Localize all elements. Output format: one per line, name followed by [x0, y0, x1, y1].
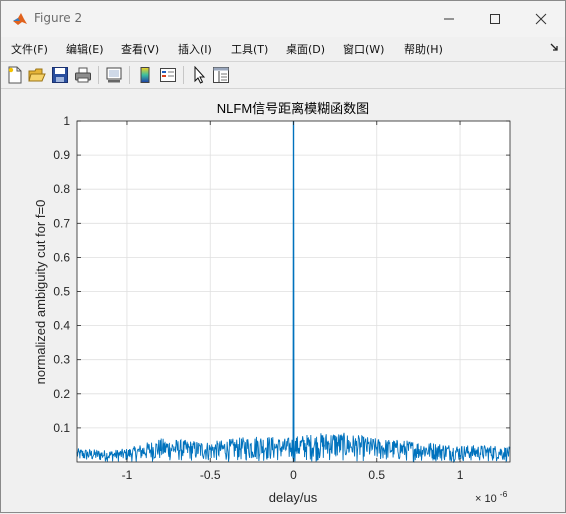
menu-window[interactable]: 窗口(W) — [343, 41, 384, 57]
title-bar: Figure 2 — [1, 1, 565, 37]
x-tick-label: -0.5 — [200, 468, 221, 482]
minimize-button[interactable] — [426, 1, 472, 37]
window-title: Figure 2 — [34, 11, 83, 25]
close-button[interactable] — [518, 1, 564, 37]
ambiguity-chart[interactable]: NLFM信号距离模糊函数图 -1 -0.5 0 0.5 1 0.1 0.2 0.3 0.4 0.5… — [3, 89, 563, 510]
menu-tools[interactable]: 工具(T) — [231, 41, 268, 57]
x-exponent-base: × 10 — [475, 493, 497, 505]
new-figure-icon[interactable] — [6, 66, 24, 84]
toolbar-separator — [129, 66, 130, 84]
y-tick-label: 0.3 — [53, 353, 70, 367]
close-icon — [535, 13, 547, 25]
chart-title: NLFM信号距离模糊函数图 — [217, 101, 369, 116]
menu-help[interactable]: 帮助(H) — [404, 41, 443, 57]
maximize-icon — [490, 14, 500, 24]
save-icon[interactable] — [51, 66, 69, 84]
insert-colorbar-icon[interactable] — [136, 66, 154, 84]
minimize-icon — [444, 18, 454, 20]
toolbar-separator — [183, 66, 184, 84]
menu-insert[interactable]: 插入(I) — [178, 41, 212, 57]
x-tick-label: 0.5 — [368, 468, 385, 482]
y-tick-label: 0.2 — [53, 387, 70, 401]
open-file-icon[interactable] — [28, 66, 46, 84]
y-tick-label: 1 — [63, 114, 70, 128]
x-tick-label: 1 — [457, 468, 464, 482]
x-tick-label: 0 — [290, 468, 297, 482]
y-tick-label: 0.6 — [53, 250, 70, 264]
menu-bar: 文件(F) 编辑(E) 查看(V) 插入(I) 工具(T) 桌面(D) 窗口(W… — [1, 37, 565, 59]
edit-plot-arrow-icon[interactable] — [190, 66, 208, 84]
maximize-button[interactable] — [472, 1, 518, 37]
x-axis-label: delay/us — [269, 490, 318, 505]
menu-view[interactable]: 查看(V) — [121, 41, 159, 57]
x-axis-exponent: × 10 -6 — [475, 489, 508, 505]
figure-toolbar — [1, 61, 565, 89]
y-tick-label: 0.7 — [53, 216, 70, 230]
menu-file[interactable]: 文件(F) — [11, 41, 48, 57]
x-exponent-power: -6 — [500, 489, 508, 499]
link-plot-icon[interactable] — [105, 66, 123, 84]
y-tick-label: 0.4 — [53, 319, 70, 333]
insert-legend-icon[interactable] — [159, 66, 177, 84]
y-tick-label: 0.8 — [53, 182, 70, 196]
print-icon[interactable] — [74, 66, 92, 84]
x-tick-label: -1 — [122, 468, 133, 482]
toolbar-separator — [98, 66, 99, 84]
y-tick-label: 0.9 — [53, 148, 70, 162]
menu-edit[interactable]: 编辑(E) — [66, 41, 104, 57]
y-tick-label: 0.5 — [53, 285, 70, 299]
figure-canvas: NLFM信号距离模糊函数图 -1 -0.5 0 0.5 1 0.1 0.2 0.3 0.4 0.5… — [3, 89, 563, 510]
toolbar-overflow-arrow-icon[interactable] — [550, 43, 559, 52]
matlab-logo-icon — [13, 13, 27, 25]
y-axis-label: normalized ambiguity cut for f=0 — [33, 200, 48, 385]
y-tick-label: 0.1 — [53, 421, 70, 435]
property-inspector-icon[interactable] — [212, 66, 230, 84]
figure-window: Figure 2 文件(F) 编辑(E) 查看(V) 插入(I) 工具(T) 桌… — [0, 0, 566, 513]
menu-desktop[interactable]: 桌面(D) — [286, 41, 325, 57]
